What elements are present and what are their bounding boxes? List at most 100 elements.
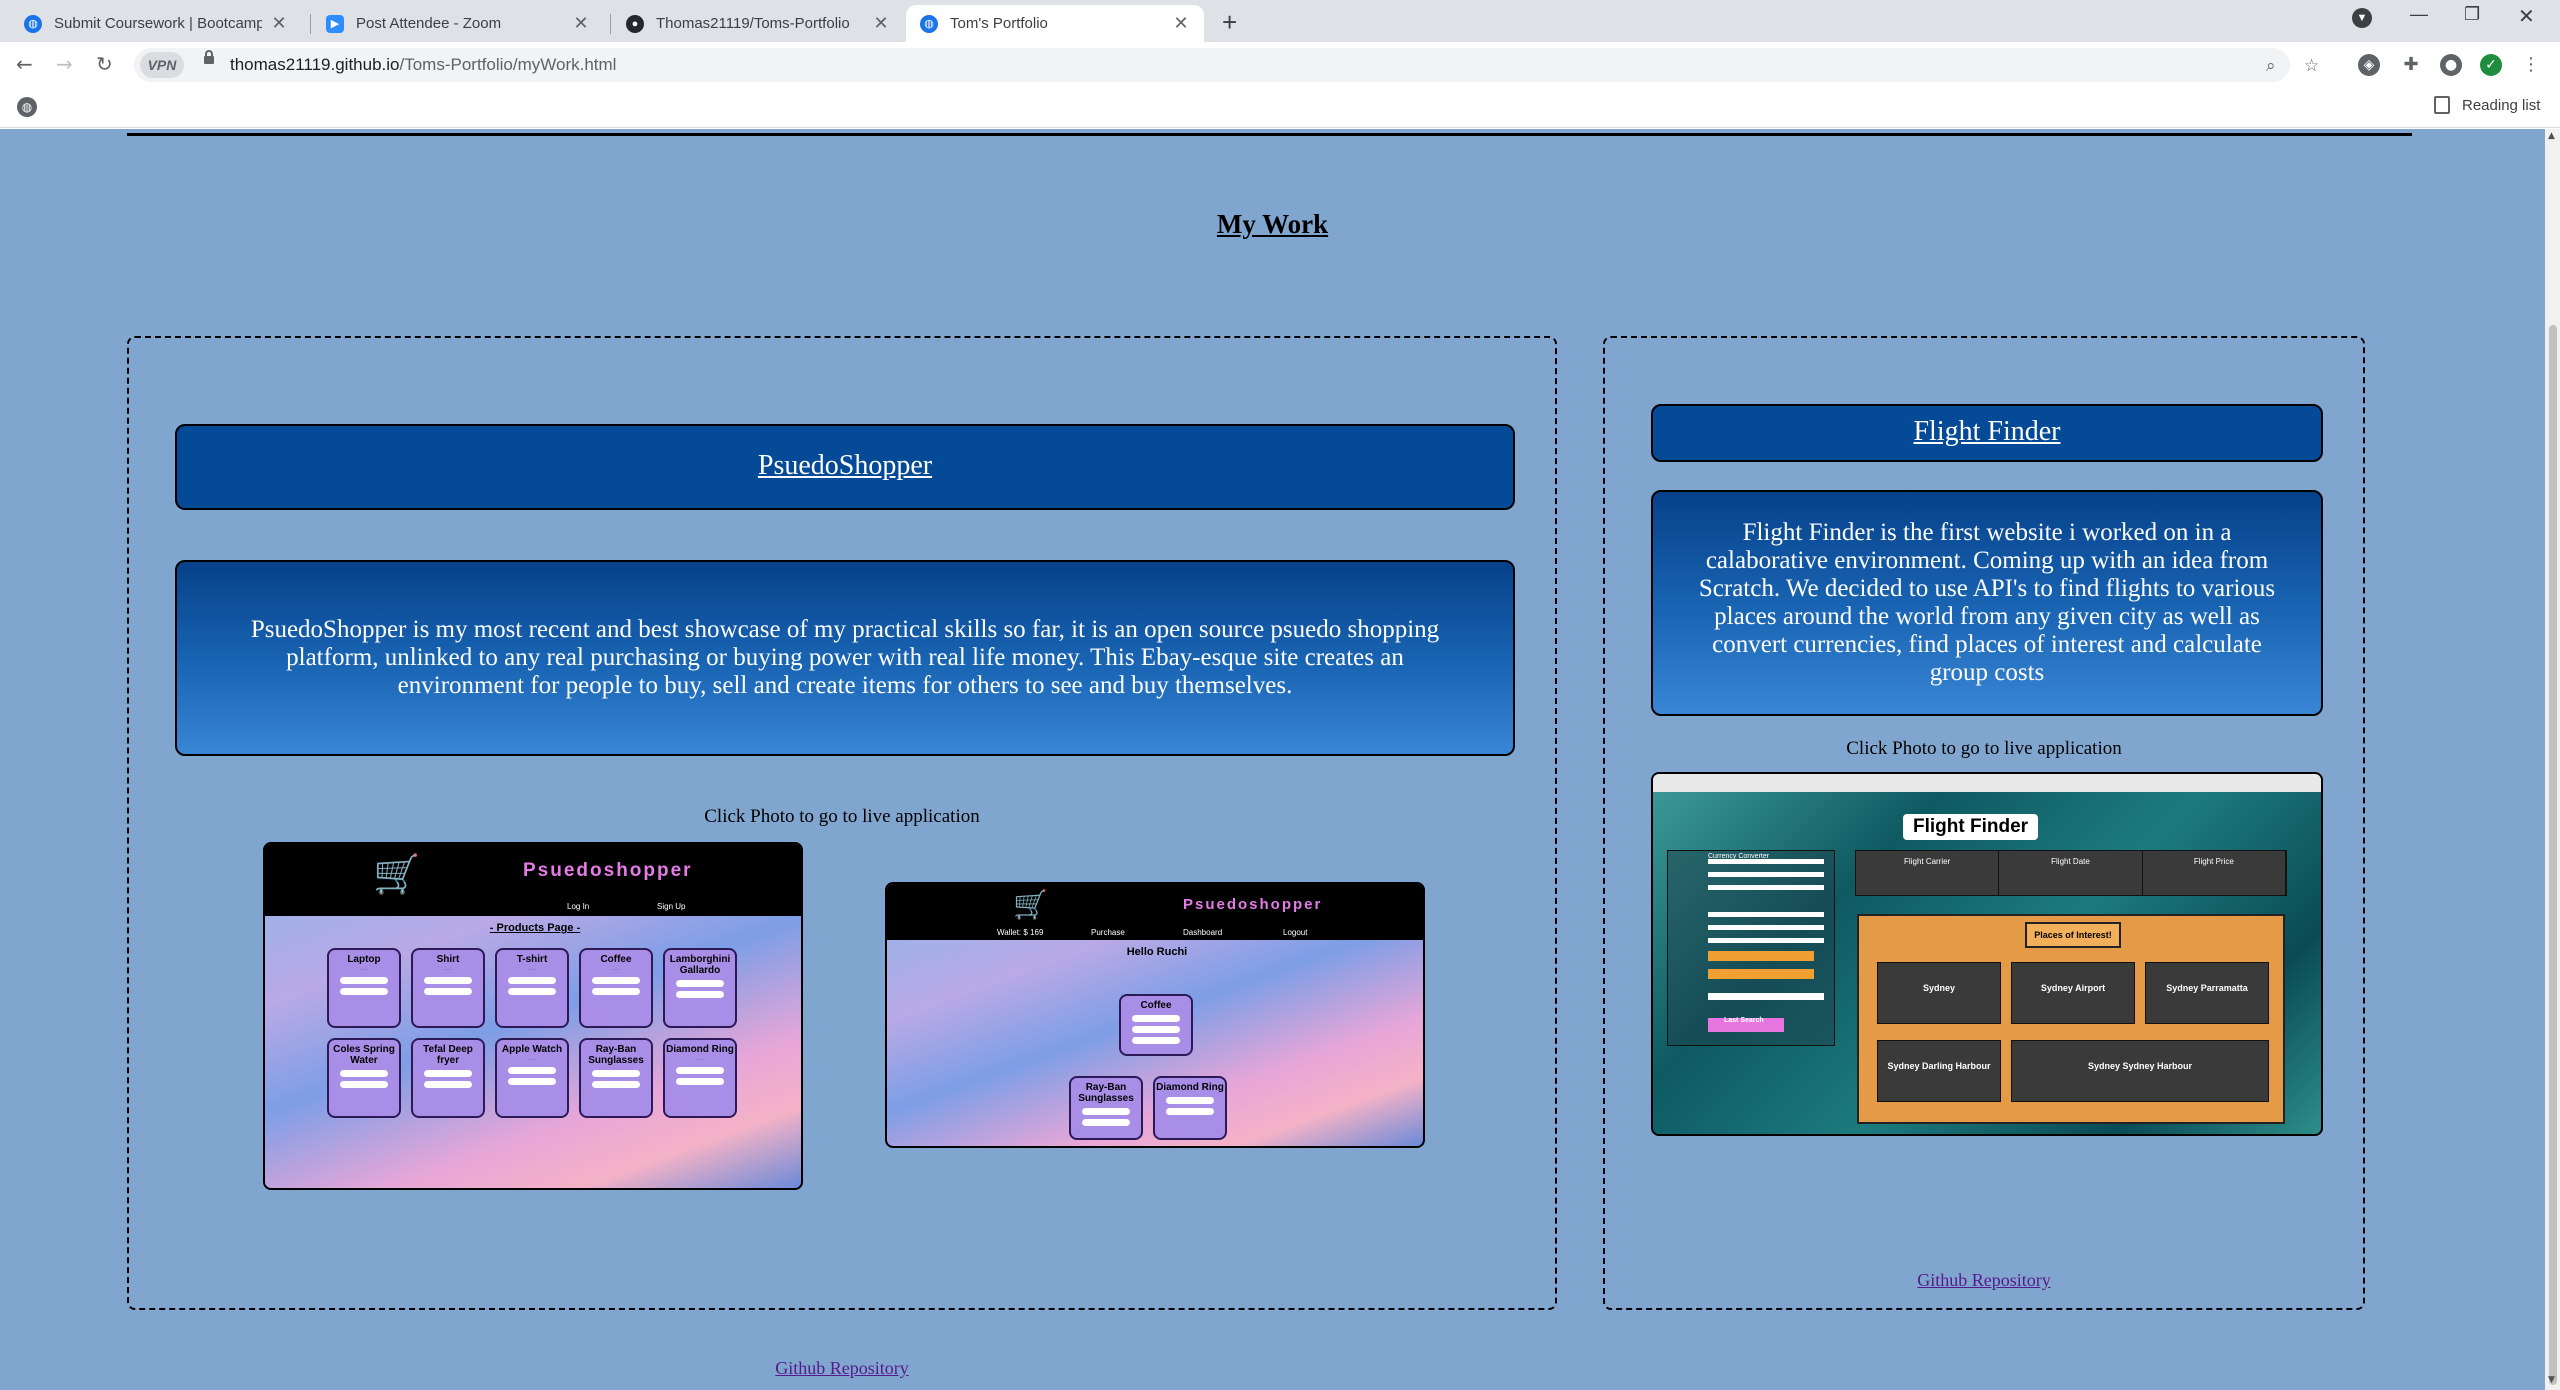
page-scrollbar[interactable]: ▲ ▼ [2545,129,2560,1390]
url-host: thomas21119.github.io [230,55,400,74]
close-icon[interactable]: ✕ [572,13,590,34]
product-meta: · · · [696,1057,704,1063]
forward-icon[interactable]: → [56,52,73,76]
lock-icon[interactable] [204,50,214,64]
chart-history-button [340,977,388,984]
product-card: Ray-Ban Sunglasses [579,1038,653,1118]
github-repository-link[interactable]: Github Repository [129,1358,1555,1379]
product-name: T-shirt [516,954,548,965]
screenshot-title: Flight Finder [1903,814,2039,840]
close-icon[interactable]: ✕ [872,13,890,34]
bookmark-star-icon[interactable]: ☆ [2304,56,2319,76]
project-card-flight-finder: Flight Finder Flight Finder is the first… [1603,336,2365,1310]
chart-history-button [592,1070,640,1077]
scroll-up-icon[interactable]: ▲ [2548,131,2555,141]
dashboard-item-card: Coffee [1119,994,1193,1056]
product-card: Apple Watch · · · [495,1038,569,1118]
back-icon[interactable]: ← [16,52,33,76]
close-icon[interactable]: ✕ [1172,13,1190,34]
extension-shield-icon[interactable]: ◈ [2358,54,2380,76]
vpn-badge[interactable]: VPN [140,52,184,78]
chart-history-button [1082,1108,1130,1115]
form-input [1708,885,1824,890]
extensions-puzzle-icon[interactable]: ✚ [2400,54,2422,76]
places-heading: Places of Interest! [2025,922,2121,948]
reload-icon[interactable]: ↻ [96,52,113,76]
product-meta: · · · [612,967,620,973]
product-name: Laptop [347,954,381,965]
product-name: Coffee [600,954,632,965]
flight-results-table: Flight Carrier Flight Date Flight Price [1855,850,2287,896]
place-card: Sydney Darling Harbour [1877,1040,2001,1102]
tab-strip: ◍ Submit Coursework | Bootcamp S ✕ ▶ Pos… [0,0,2560,42]
change-price-button [1082,1119,1130,1126]
buy-now-button [508,988,556,995]
bookmark-globe-icon[interactable]: ◍ [17,97,37,117]
place-card: Sydney Parramatta [2145,962,2269,1024]
reading-list-button[interactable]: Reading list [2434,96,2540,114]
url-path: /Toms-Portfolio/myWork.html [399,55,617,74]
chart-history-button [1132,1015,1180,1022]
tab-github[interactable]: ● Thomas21119/Toms-Portfolio ✕ [612,5,904,42]
product-meta: · · · [528,1057,536,1063]
restore-icon[interactable]: ❐ [2464,4,2480,25]
tab-search-icon[interactable]: ▼ [2352,8,2372,28]
form-submit-button [1708,951,1814,961]
url-text[interactable]: thomas21119.github.io/Toms-Portfolio/myW… [230,55,616,75]
screenshot-nav-dashboard: Dashboard [1183,928,1223,937]
dashboard-item-card: Ray-Ban Sunglasses [1069,1076,1143,1140]
product-meta: · · · [444,967,452,973]
buy-now-button [340,1081,388,1088]
tab-zoom[interactable]: ▶ Post Attendee - Zoom ✕ [312,5,604,42]
tab-divider [610,14,611,34]
place-card: Sydney [1877,962,2001,1024]
security-check-icon[interactable]: ✓ [2480,54,2502,76]
tab-submit-coursework[interactable]: ◍ Submit Coursework | Bootcamp S ✕ [10,5,302,42]
menu-kebab-icon[interactable]: ⋮ [2520,54,2542,76]
chart-history-button [676,980,724,987]
product-card: Coffee · · · [579,948,653,1028]
buy-now-button [424,1081,472,1088]
minimize-icon[interactable]: — [2410,4,2428,25]
product-name: Shirt [436,954,460,965]
window-close-icon[interactable]: ✕ [2518,4,2535,29]
product-name: Coles Spring Water [333,1044,395,1066]
psuedoshopper-dashboard-screenshot[interactable]: 🛒 Psuedoshopper Wallet: $ 169 Purchase D… [885,882,1425,1148]
product-name: Tefal Deep fryer [423,1044,473,1066]
change-price-button [1166,1108,1214,1115]
zoom-magnifier-icon[interactable]: ⌕ [2266,56,2276,76]
project-description: PsuedoShopper is my most recent and best… [175,560,1515,756]
buy-now-button [340,988,388,995]
places-of-interest-panel: Places of Interest! Sydney Sydney Airpor… [1857,914,2285,1124]
github-repository-link[interactable]: Github Repository [1605,1270,2363,1291]
scrollbar-thumb[interactable] [2549,325,2557,1385]
chart-history-button [340,1070,388,1077]
screenshot-brand: Psuedoshopper [523,860,693,881]
scroll-down-icon[interactable]: ▼ [2548,1375,2555,1385]
tab-toms-portfolio[interactable]: ◍ Tom's Portfolio ✕ [906,5,1204,42]
screenshot-header: 🛒 Psuedoshopper Wallet: $ 169 Purchase D… [887,884,1423,940]
page-title: My Work [1216,209,1329,239]
product-name: Ray-Ban Sunglasses [588,1044,644,1066]
product-card: Laptop · · · [327,948,401,1028]
tab-title: Thomas21119/Toms-Portfolio [656,15,850,32]
chart-history-button [424,1070,472,1077]
buy-now-button [424,988,472,995]
product-name: Coffee [1140,1000,1172,1011]
flight-finder-screenshot[interactable]: Flight Finder Currency Converter Last Se… [1651,772,2323,1136]
project-title-link[interactable]: Flight Finder [1651,404,2323,462]
close-icon[interactable]: ✕ [270,13,288,34]
address-bar[interactable]: VPN thomas21119.github.io/Toms-Portfolio… [134,48,2319,82]
project-description: Flight Finder is the first website i wor… [1651,490,2323,716]
chart-history-button [676,1067,724,1074]
psuedoshopper-products-screenshot[interactable]: 🛒 Psuedoshopper Log In Sign Up - Product… [263,842,803,1190]
chart-history-button [424,977,472,984]
screenshot-nav-signup: Sign Up [657,902,686,911]
bookmarks-bar: ◍ Reading list [0,88,2560,128]
profile-avatar-icon[interactable]: ● [2440,54,2462,76]
project-title-link[interactable]: PsuedoShopper [175,424,1515,510]
new-tab-icon[interactable]: + [1222,7,1237,38]
screenshot-nav-purchase: Purchase [1091,928,1125,937]
form-input [1708,993,1824,1000]
product-card: Diamond Ring · · · [663,1038,737,1118]
